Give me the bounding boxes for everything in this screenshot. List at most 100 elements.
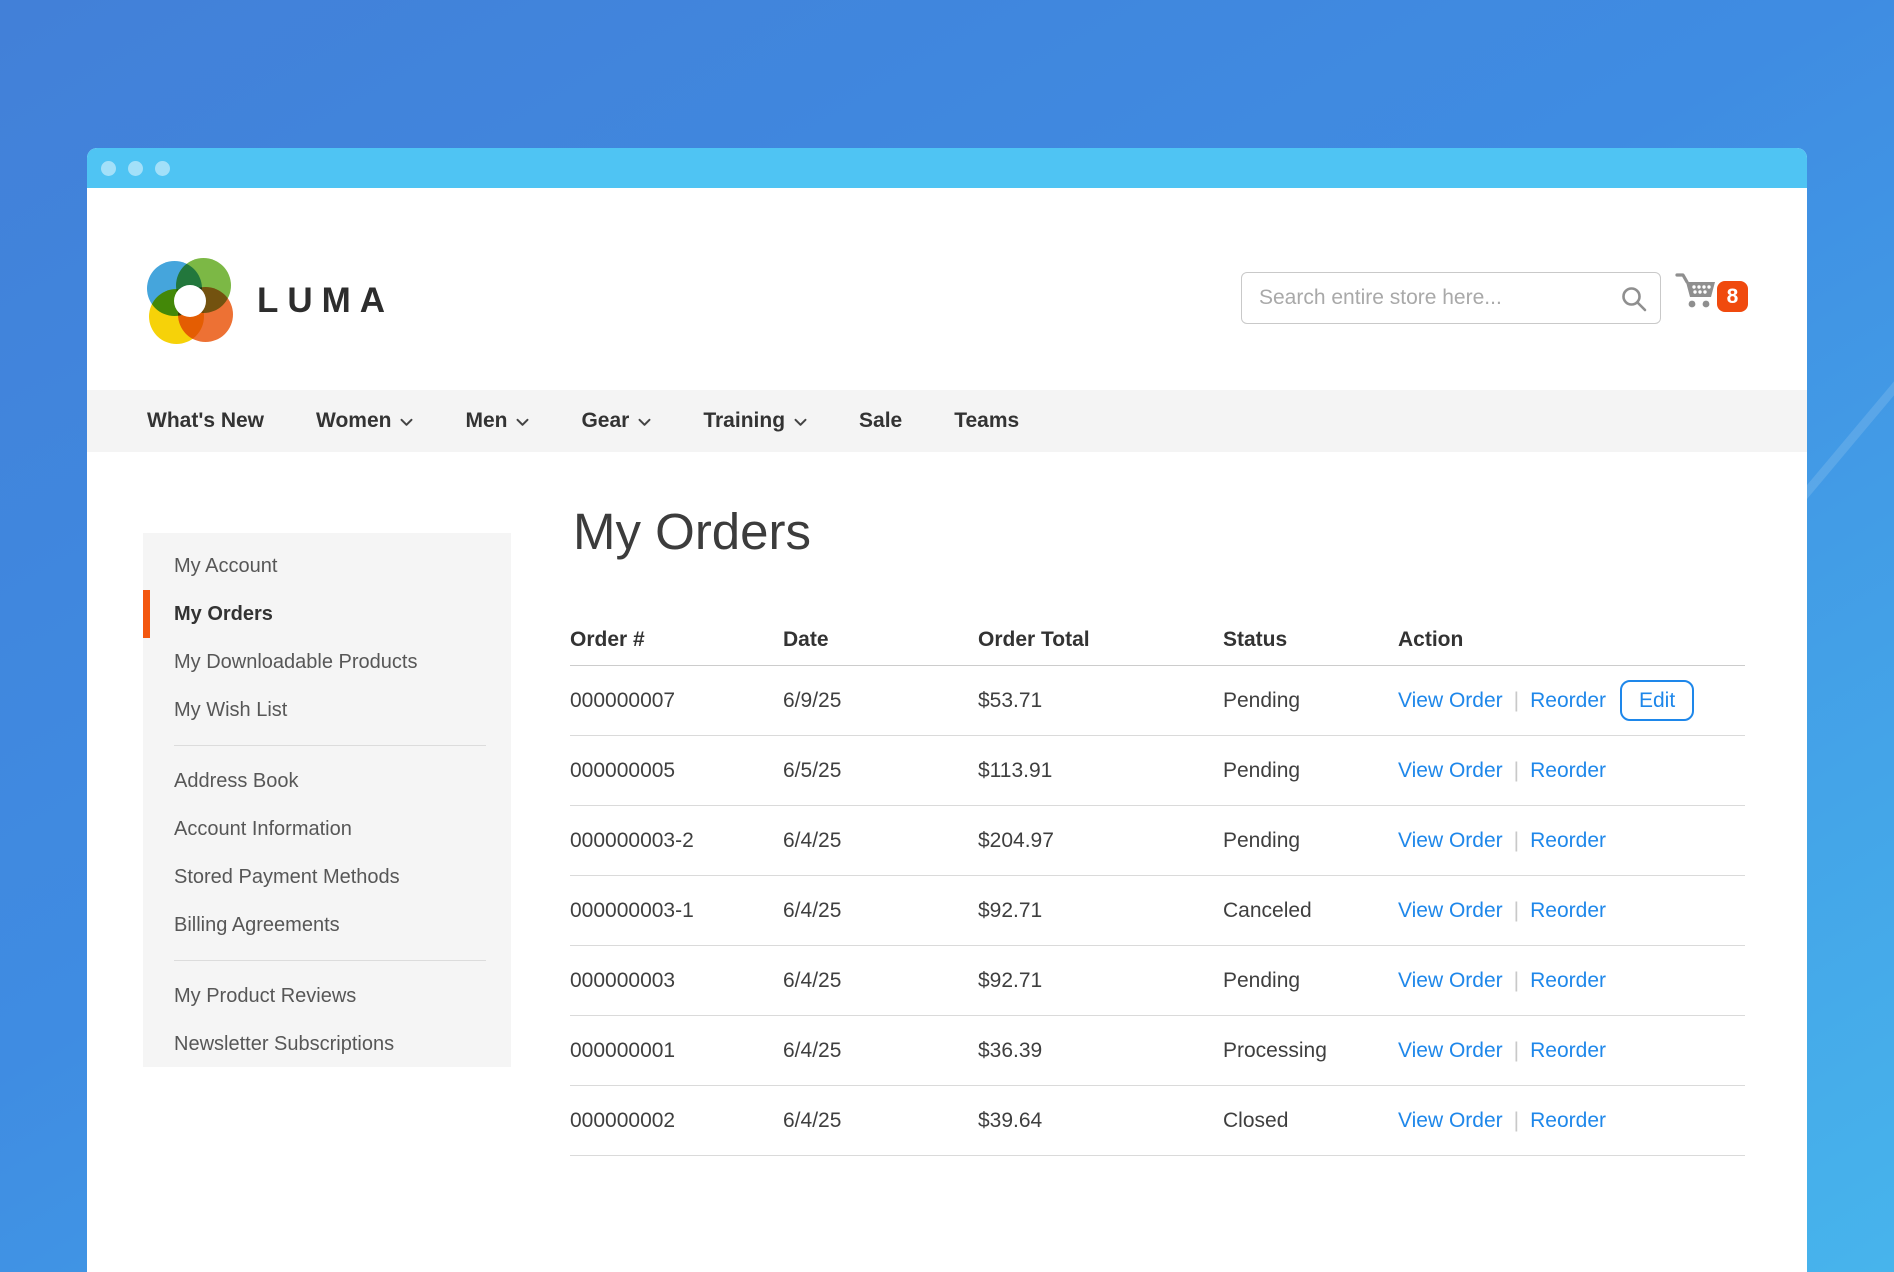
- cell-date: 6/9/25: [783, 689, 978, 713]
- sidebar-divider: [174, 745, 486, 746]
- action-separator: |: [1514, 969, 1519, 993]
- window-control-dot[interactable]: [155, 161, 170, 176]
- minicart-button[interactable]: 8: [1680, 268, 1790, 324]
- cell-actions: View Order | Reorder: [1398, 969, 1745, 993]
- nav-item-teams[interactable]: Teams: [954, 409, 1019, 433]
- store-header: LUMA: [87, 188, 1807, 390]
- nav-item-gear[interactable]: Gear: [581, 409, 651, 433]
- nav-item-label: Men: [465, 409, 507, 433]
- nav-item-label: Gear: [581, 409, 629, 433]
- main-nav: What's New Women Men Gear Training: [87, 390, 1807, 452]
- sidebar-item-stored-payment-methods[interactable]: Stored Payment Methods: [143, 853, 511, 901]
- reorder-link[interactable]: Reorder: [1530, 689, 1606, 713]
- cell-total: $92.71: [978, 969, 1223, 993]
- nav-item-men[interactable]: Men: [465, 409, 529, 433]
- desktop-background: LUMA: [0, 0, 1894, 1272]
- sidebar-item-my-account[interactable]: My Account: [143, 542, 511, 590]
- nav-item-women[interactable]: Women: [316, 409, 413, 433]
- view-order-link[interactable]: View Order: [1398, 899, 1503, 923]
- table-row: 000000003-16/4/25$92.71CanceledView Orde…: [570, 876, 1745, 946]
- nav-item-training[interactable]: Training: [703, 409, 807, 433]
- cell-total: $92.71: [978, 899, 1223, 923]
- view-order-link[interactable]: View Order: [1398, 1109, 1503, 1133]
- sidebar-item-address-book[interactable]: Address Book: [143, 757, 511, 805]
- sidebar-item-my-downloadable-products[interactable]: My Downloadable Products: [143, 638, 511, 686]
- cell-date: 6/4/25: [783, 969, 978, 993]
- nav-item-label: Women: [316, 409, 391, 433]
- cell-date: 6/4/25: [783, 1039, 978, 1063]
- sidebar-item-my-product-reviews[interactable]: My Product Reviews: [143, 972, 511, 1020]
- reorder-link[interactable]: Reorder: [1530, 759, 1606, 783]
- reorder-link[interactable]: Reorder: [1530, 1039, 1606, 1063]
- luma-logo-icon: [147, 258, 233, 344]
- window-control-dot[interactable]: [101, 161, 116, 176]
- window-control-dot[interactable]: [128, 161, 143, 176]
- cell-actions: View Order | Reorder: [1398, 829, 1745, 853]
- luma-logo[interactable]: LUMA: [147, 258, 394, 344]
- sidebar-item-newsletter-subscriptions[interactable]: Newsletter Subscriptions: [143, 1020, 511, 1068]
- luma-logo-text: LUMA: [257, 281, 394, 321]
- cell-total: $39.64: [978, 1109, 1223, 1133]
- action-separator: |: [1514, 1109, 1519, 1133]
- view-order-link[interactable]: View Order: [1398, 759, 1503, 783]
- chevron-down-icon: [794, 409, 807, 433]
- nav-item-label: Sale: [859, 409, 902, 433]
- page-content: My AccountMy OrdersMy Downloadable Produ…: [87, 452, 1807, 1272]
- page-title: My Orders: [573, 502, 811, 561]
- view-order-link[interactable]: View Order: [1398, 829, 1503, 853]
- cell-order: 000000002: [570, 1109, 783, 1133]
- chevron-down-icon: [516, 409, 529, 433]
- cart-count-badge: 8: [1717, 281, 1748, 312]
- reorder-link[interactable]: Reorder: [1530, 899, 1606, 923]
- edit-button[interactable]: Edit: [1620, 680, 1694, 721]
- cell-date: 6/4/25: [783, 829, 978, 853]
- table-row: 0000000056/5/25$113.91PendingView Order|…: [570, 736, 1745, 806]
- orders-table: Order #DateOrder TotalStatusAction 00000…: [570, 615, 1745, 1156]
- cell-status: Pending: [1223, 829, 1398, 853]
- search-input[interactable]: [1242, 273, 1660, 323]
- table-row: 0000000026/4/25$39.64ClosedView Order|Re…: [570, 1086, 1745, 1156]
- orders-table-body: 0000000076/9/25$53.71PendingView Order|R…: [570, 666, 1745, 1156]
- orders-table-head: Order #DateOrder TotalStatusAction: [570, 615, 1745, 666]
- cell-total: $113.91: [978, 759, 1223, 783]
- cell-order: 000000005: [570, 759, 783, 783]
- cell-total: $53.71: [978, 689, 1223, 713]
- cell-status: Closed: [1223, 1109, 1398, 1133]
- cell-status: Canceled: [1223, 899, 1398, 923]
- cell-status: Pending: [1223, 969, 1398, 993]
- sidebar-item-my-wish-list[interactable]: My Wish List: [143, 686, 511, 734]
- sidebar-item-my-orders[interactable]: My Orders: [143, 590, 511, 638]
- reorder-link[interactable]: Reorder: [1530, 1109, 1606, 1133]
- account-sidebar: My AccountMy OrdersMy Downloadable Produ…: [143, 533, 511, 1067]
- sidebar-item-billing-agreements[interactable]: Billing Agreements: [143, 901, 511, 949]
- column-header-order: Order #: [570, 628, 783, 652]
- cell-order: 000000003: [570, 969, 783, 993]
- table-row: 0000000016/4/25$36.39ProcessingView Orde…: [570, 1016, 1745, 1086]
- cell-total: $36.39: [978, 1039, 1223, 1063]
- nav-item-sale[interactable]: Sale: [859, 409, 902, 433]
- sidebar-item-account-information[interactable]: Account Information: [143, 805, 511, 853]
- cell-order: 000000003-2: [570, 829, 783, 853]
- cell-actions: View Order|ReorderEdit: [1398, 680, 1745, 721]
- chevron-down-icon: [638, 409, 651, 433]
- cell-order: 000000003-1: [570, 899, 783, 923]
- cell-actions: View Order | Reorder: [1398, 1039, 1745, 1063]
- chevron-down-icon: [400, 409, 413, 433]
- column-header-order-total: Order Total: [978, 628, 1223, 652]
- nav-item-what-s-new[interactable]: What's New: [147, 409, 264, 433]
- cell-total: $204.97: [978, 829, 1223, 853]
- cell-actions: View Order|Reorder: [1398, 899, 1745, 923]
- action-separator: |: [1514, 759, 1519, 783]
- action-separator: |: [1514, 1039, 1519, 1063]
- reorder-link[interactable]: Reorder: [1530, 969, 1606, 993]
- nav-item-label: What's New: [147, 409, 264, 433]
- search-icon[interactable]: [1620, 285, 1648, 318]
- cell-order: 000000001: [570, 1039, 783, 1063]
- view-order-link[interactable]: View Order: [1398, 969, 1503, 993]
- view-order-link[interactable]: View Order: [1398, 1039, 1503, 1063]
- action-separator: |: [1514, 829, 1519, 853]
- cell-status: Pending: [1223, 689, 1398, 713]
- reorder-link[interactable]: Reorder: [1530, 829, 1606, 853]
- browser-window: LUMA: [87, 148, 1807, 1272]
- view-order-link[interactable]: View Order: [1398, 689, 1503, 713]
